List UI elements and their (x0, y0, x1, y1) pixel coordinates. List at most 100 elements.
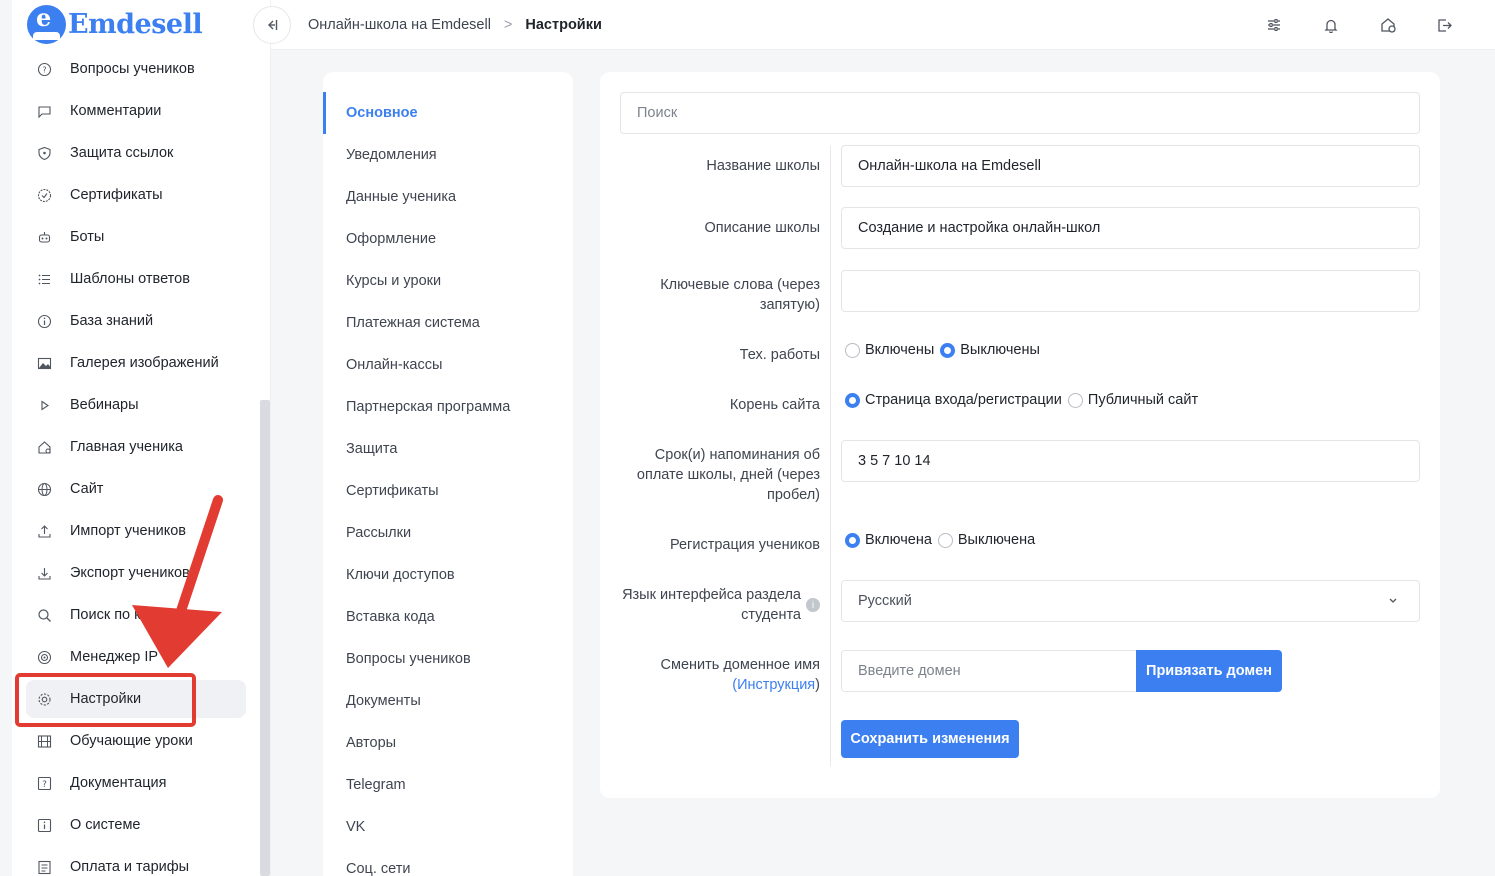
sidebar-item[interactable]: Поиск по ключам (26, 596, 246, 634)
settings-menu-item[interactable]: Сертификаты (323, 470, 573, 512)
settings-menu-item[interactable]: Вставка кода (323, 596, 573, 638)
sidebar-item[interactable]: Импорт учеников (26, 512, 246, 550)
sliders-icon[interactable] (1263, 14, 1285, 36)
breadcrumb-current: Настройки (525, 17, 602, 33)
question-circle-icon: ? (26, 62, 62, 77)
reminders-label: Срок(и) напоминания об оплате школы, дне… (636, 447, 820, 503)
sidebar: e Emdesell ? Вопросы учеников Комментарии З… (12, 0, 271, 876)
svg-text:?: ? (42, 65, 46, 74)
radio-button-selected[interactable] (845, 392, 860, 408)
settings-form: Название школы Описание школы Ключевые с… (600, 72, 1440, 798)
settings-menu-item[interactable]: Курсы и уроки (323, 260, 573, 302)
sidebar-item-label: Шаблоны ответов (70, 271, 190, 287)
settings-menu-item[interactable]: Уведомления (323, 134, 573, 176)
play-icon (26, 398, 62, 413)
settings-menu-item[interactable]: Онлайн-кассы (323, 344, 573, 386)
domain-label: Сменить доменное имя (Инструкция) (660, 657, 821, 693)
sidebar-item[interactable]: Вебинары (26, 386, 246, 424)
settings-menu-item[interactable]: Защита (323, 428, 573, 470)
sidebar-item[interactable]: Шаблоны ответов (26, 260, 246, 298)
instruction-link[interactable]: (Инструкция (732, 677, 815, 693)
settings-menu-item[interactable]: Платежная система (323, 302, 573, 344)
settings-search-input[interactable] (620, 92, 1420, 134)
upload-icon (26, 524, 62, 539)
sidebar-item[interactable]: Сайт (26, 470, 246, 508)
radio-button-selected[interactable] (940, 342, 956, 358)
info-icon[interactable]: i (806, 598, 820, 612)
sidebar-item-label: Вопросы учеников (70, 61, 195, 77)
sidebar-item[interactable]: Обучающие уроки (26, 722, 246, 760)
search-icon (26, 608, 62, 623)
sidebar-item[interactable]: Комментарии (26, 92, 246, 130)
sidebar-item[interactable]: ? Документация (26, 764, 246, 802)
sidebar-item[interactable]: О системе (26, 806, 246, 844)
certificate-icon (26, 188, 62, 203)
sidebar-item[interactable]: Сертификаты (26, 176, 246, 214)
school-name-label: Название школы (706, 158, 820, 174)
bind-domain-button[interactable]: Привязать домен (1136, 650, 1282, 692)
settings-menu-item[interactable]: Соц. сети (323, 848, 573, 876)
globe-icon (26, 482, 62, 497)
help-square-icon: ? (26, 776, 62, 791)
sidebar-item[interactable]: Оплата и тарифы (26, 848, 246, 876)
sidebar-item[interactable]: Галерея изображений (26, 344, 246, 382)
logout-icon[interactable] (1434, 14, 1456, 36)
school-name-field[interactable] (841, 145, 1420, 187)
sidebar-item[interactable]: База знаний (26, 302, 246, 340)
sidebar-item[interactable]: Защита ссылок (26, 134, 246, 172)
settings-menu-item[interactable]: Данные ученика (323, 176, 573, 218)
chevron-down-icon (1389, 598, 1397, 603)
settings-menu-item[interactable]: Авторы (323, 722, 573, 764)
settings-menu-item[interactable]: Ключи доступов (323, 554, 573, 596)
image-icon (26, 356, 62, 371)
registration-label: Регистрация учеников (669, 537, 820, 553)
save-button[interactable]: Сохранить изменения (841, 720, 1019, 758)
breadcrumb-parent[interactable]: Онлайн-школа на Emdesell (308, 17, 491, 33)
site-root-option-login[interactable]: Страница входа/регистрации (845, 392, 1062, 408)
keywords-field[interactable] (841, 270, 1420, 312)
sidebar-item[interactable]: Главная ученика (26, 428, 246, 466)
radio-button[interactable] (845, 342, 860, 358)
domain-input[interactable] (841, 650, 1137, 692)
home-settings-icon[interactable] (1377, 14, 1399, 36)
shield-icon (26, 146, 62, 161)
target-icon (26, 650, 62, 665)
reminders-field[interactable] (841, 440, 1420, 482)
sidebar-item[interactable]: Настройки (26, 680, 246, 718)
sidebar-item-label: О системе (70, 817, 141, 833)
settings-menu-item[interactable]: Рассылки (323, 512, 573, 554)
breadcrumb: Онлайн-школа на Emdesell > Настройки (308, 0, 602, 50)
sidebar-item-label: Документация (70, 775, 167, 791)
settings-menu-item[interactable]: Вопросы учеников (323, 638, 573, 680)
settings-menu-item[interactable]: Telegram (323, 764, 573, 806)
form-divider (830, 146, 831, 766)
registration-option-off[interactable]: Выключена (937, 532, 1035, 548)
sidebar-item[interactable]: ? Вопросы учеников (26, 50, 246, 88)
settings-menu-item[interactable]: Основное (323, 92, 573, 134)
language-select[interactable]: Русский (841, 580, 1420, 622)
radio-button-selected[interactable] (845, 532, 860, 548)
sidebar-item-label: Главная ученика (70, 439, 183, 455)
sidebar-item[interactable]: Экспорт учеников (26, 554, 246, 592)
registration-option-on[interactable]: Включена (845, 532, 932, 548)
radio-button[interactable] (1067, 392, 1083, 408)
sidebar-item[interactable]: Боты (26, 218, 246, 256)
settings-menu-item[interactable]: Документы (323, 680, 573, 722)
settings-menu-item[interactable]: Партнерская программа (323, 386, 573, 428)
maintenance-option-off[interactable]: Выключены (940, 342, 1040, 358)
site-root-option-public[interactable]: Публичный сайт (1067, 392, 1198, 408)
school-description-field[interactable] (841, 207, 1420, 249)
settings-menu-item[interactable]: Оформление (323, 218, 573, 260)
logo[interactable]: e Emdesell (27, 3, 203, 44)
radio-button[interactable] (937, 532, 953, 548)
breadcrumb-separator: > (503, 17, 513, 33)
logo-text: Emdesell (68, 8, 203, 40)
sidebar-scrollbar[interactable] (260, 400, 270, 876)
sidebar-item[interactable]: Менеджер IP (26, 638, 246, 676)
collapse-sidebar-button[interactable] (253, 6, 291, 44)
collapse-icon (268, 20, 278, 30)
bot-icon (26, 230, 62, 245)
maintenance-option-on[interactable]: Включены (845, 342, 934, 358)
bell-icon[interactable] (1320, 14, 1342, 36)
settings-menu-item[interactable]: VK (323, 806, 573, 848)
